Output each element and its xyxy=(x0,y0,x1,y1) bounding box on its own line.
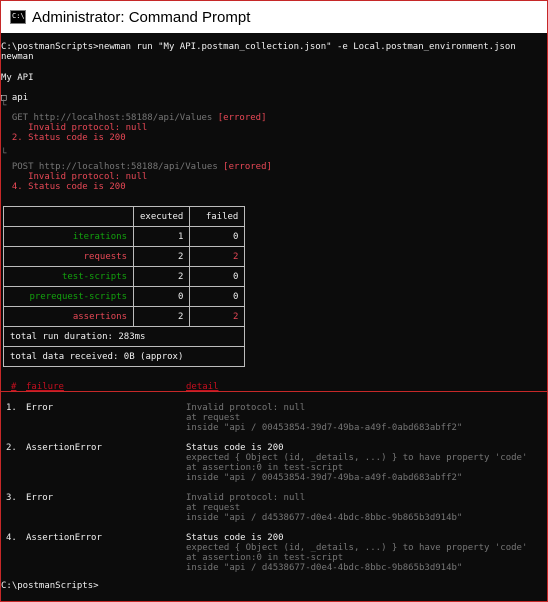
title-bar[interactable]: C:\ Administrator: Command Prompt xyxy=(1,1,547,33)
failure-type: Error xyxy=(26,493,54,503)
summary-row: test-scripts 2 0 xyxy=(3,266,246,287)
failure-number: 3. xyxy=(6,493,17,503)
cmd-icon-text: C:\ xyxy=(12,12,25,20)
failure-detail: inside "api / d4538677-d0e4-4bdc-8bbc-9b… xyxy=(186,563,463,573)
request-1-assertion: 2. Status code is 200 xyxy=(1,133,126,143)
row-failed: 2 xyxy=(189,246,246,267)
failure-divider xyxy=(1,391,547,392)
row-executed: 2 xyxy=(132,246,191,267)
row-failed: 0 xyxy=(189,266,246,287)
window-title: Administrator: Command Prompt xyxy=(32,8,251,26)
command-prompt-window: C:\ Administrator: Command Prompt C:\pos… xyxy=(0,0,548,602)
summary-header-row: executed failed xyxy=(3,206,246,227)
tree-bracket: └ xyxy=(1,101,7,111)
failure-detail: expected { Object (id, _details, ...) } … xyxy=(186,543,528,553)
row-label: assertions xyxy=(3,306,134,327)
row-failed: 0 xyxy=(189,286,246,307)
row-failed: 0 xyxy=(189,226,246,247)
request-1-status: [errored] xyxy=(217,113,267,123)
failure-detail: inside "api / d4538677-d0e4-4bdc-8bbc-9b… xyxy=(186,513,463,523)
failure-number: 2. xyxy=(6,443,17,453)
data-received-row: total data received: 0B (approx) xyxy=(2,346,246,367)
run-duration-row: total run duration: 283ms xyxy=(2,326,246,347)
row-label: prerequest-scripts xyxy=(3,286,134,307)
summary-table: executed failed iterations 1 0 requests … xyxy=(2,206,246,367)
request-2-assertion: 4. Status code is 200 xyxy=(1,182,126,192)
collection-name: My API xyxy=(1,73,34,83)
failure-detail: at request xyxy=(186,503,241,513)
request-2: POST http://localhost:58188/api/Values [… xyxy=(1,162,272,172)
row-label: requests xyxy=(3,246,134,267)
failure-detail: at assertion:0 in test-script xyxy=(186,553,344,563)
failure-detail: Invalid protocol: null xyxy=(186,493,306,503)
failure-detail: inside "api / 00453854-39d7-49ba-a49f-0a… xyxy=(186,423,463,433)
command-line: C:\postmanScripts>newman run "My API.pos… xyxy=(1,42,516,52)
failure-number: 1. xyxy=(6,403,17,413)
row-executed: 2 xyxy=(132,266,191,287)
failure-number: 4. xyxy=(6,533,17,543)
summary-row: requests 2 2 xyxy=(3,246,246,267)
command-prompt[interactable]: C:\postmanScripts> xyxy=(1,581,99,591)
request-1-url: GET http://localhost:58188/api/Values xyxy=(1,113,218,123)
request-2-url: POST http://localhost:58188/api/Values xyxy=(1,162,224,172)
request-2-error: Invalid protocol: null xyxy=(1,172,148,182)
row-label: iterations xyxy=(3,226,134,247)
summary-row: iterations 1 0 xyxy=(3,226,246,247)
failure-type: AssertionError xyxy=(26,443,102,453)
failure-detail: Status code is 200 xyxy=(186,443,284,453)
summary-row: prerequest-scripts 0 0 xyxy=(3,286,246,307)
row-failed: 2 xyxy=(189,306,246,327)
failure-type: Error xyxy=(26,403,54,413)
console-output[interactable]: C:\postmanScripts>newman run "My API.pos… xyxy=(1,33,547,601)
run-duration: total run duration: 283ms xyxy=(2,326,246,347)
failure-detail: at assertion:0 in test-script xyxy=(186,463,344,473)
row-executed: 1 xyxy=(132,226,191,247)
failure-detail: Invalid protocol: null xyxy=(186,403,306,413)
header-executed: executed xyxy=(132,206,191,227)
summary-header-blank xyxy=(3,206,134,227)
row-label: test-scripts xyxy=(3,266,134,287)
header-failed: failed xyxy=(189,206,246,227)
row-executed: 2 xyxy=(132,306,191,327)
failure-detail: expected { Object (id, _details, ...) } … xyxy=(186,453,528,463)
request-1: GET http://localhost:58188/api/Values [e… xyxy=(1,113,267,123)
summary-row: assertions 2 2 xyxy=(3,306,246,327)
failure-detail: inside "api / 00453854-39d7-49ba-a49f-0a… xyxy=(186,473,463,483)
request-2-status: [errored] xyxy=(223,162,272,172)
failure-type: AssertionError xyxy=(26,533,102,543)
newman-label: newman xyxy=(1,52,34,62)
tree-bracket: └ xyxy=(1,149,7,159)
request-1-error: Invalid protocol: null xyxy=(1,123,148,133)
cmd-icon: C:\ xyxy=(10,10,26,24)
failure-detail: at request xyxy=(186,413,241,423)
data-received: total data received: 0B (approx) xyxy=(2,346,246,367)
row-executed: 0 xyxy=(132,286,191,307)
failure-detail: Status code is 200 xyxy=(186,533,284,543)
